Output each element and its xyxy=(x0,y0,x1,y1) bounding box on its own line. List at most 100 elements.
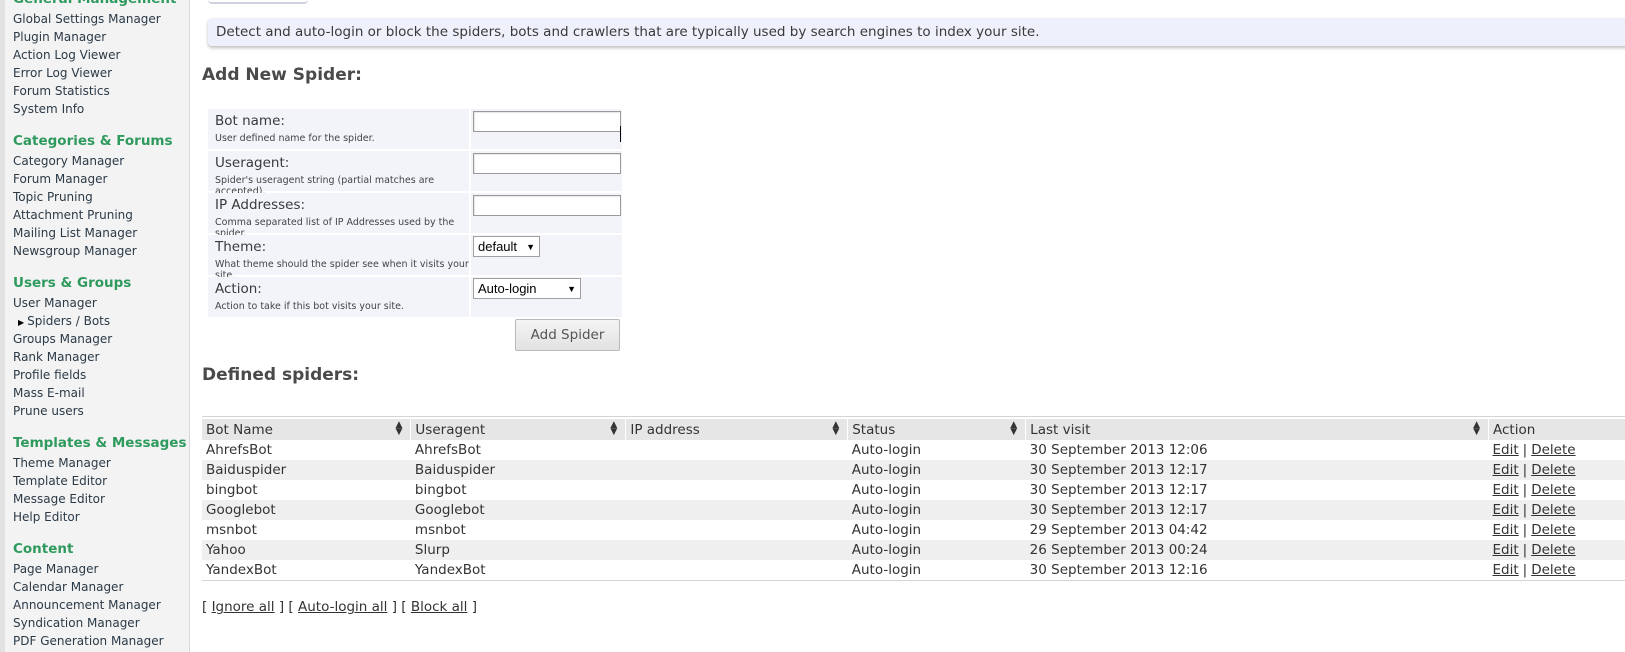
cell-useragent: bingbot xyxy=(414,482,467,498)
delete-link[interactable]: Delete xyxy=(1531,502,1575,518)
sidebar-item-label: Rank Manager xyxy=(13,350,100,364)
cell-name: AhrefsBot xyxy=(206,442,272,458)
sidebar-group: General Management Global Settings Manage… xyxy=(13,0,189,118)
chevron-down-icon: ▼ xyxy=(567,283,576,294)
cell-last-visit: 29 September 2013 04:42 xyxy=(1029,522,1208,538)
cell-last-visit: 26 September 2013 00:24 xyxy=(1025,540,1489,560)
action-hint: Action to take if this bot visits your s… xyxy=(215,301,404,312)
cell-useragent: Googlebot xyxy=(410,500,626,520)
sidebar-group: Templates & Messages Theme Manager Templat… xyxy=(13,420,189,526)
sort-icon: ▲ ▼ xyxy=(1473,420,1480,437)
theme-select[interactable]: default ▼ xyxy=(473,236,540,257)
sidebar-item[interactable]: System Info xyxy=(13,100,189,118)
theme-label: Theme: xyxy=(215,239,267,255)
sidebar-item[interactable]: Mass E-mail xyxy=(13,384,189,402)
sidebar-item[interactable]: Global Settings Manager xyxy=(13,10,189,28)
sidebar-item[interactable]: Newsgroup Manager xyxy=(13,242,189,260)
sidebar-item[interactable]: Prune users xyxy=(13,402,189,420)
sidebar-item[interactable]: Attachment Pruning xyxy=(13,206,189,224)
column-useragent[interactable]: Useragent ▲ ▼ xyxy=(410,417,627,440)
sidebar-groups: General Management Global Settings Manage… xyxy=(5,0,189,652)
edit-link[interactable]: Edit xyxy=(1493,542,1519,558)
action-label: Action: xyxy=(215,281,262,297)
sidebar-item-label: Prune users xyxy=(13,404,84,418)
sidebar-item-label: Profile fields xyxy=(13,368,87,382)
delete-link[interactable]: Delete xyxy=(1531,482,1575,498)
column-last-visit[interactable]: Last visit ▲ ▼ xyxy=(1025,417,1489,440)
sidebar-item[interactable]: Profile fields xyxy=(13,366,189,384)
ignore-all-link[interactable]: Ignore all xyxy=(212,599,275,615)
cell-action: Edit | Delete xyxy=(1489,560,1625,580)
sidebar-item[interactable]: Error Log Viewer xyxy=(13,64,189,82)
sidebar-item[interactable]: Syndication Manager xyxy=(13,614,189,632)
cell-status: Auto-login xyxy=(851,442,922,458)
cell-name: Googlebot xyxy=(202,500,411,520)
sidebar-item[interactable]: Theme Manager xyxy=(13,454,189,472)
sidebar-item-label: Forum Statistics xyxy=(13,84,110,98)
sidebar-item[interactable]: Help Editor xyxy=(13,508,189,526)
delete-link[interactable]: Delete xyxy=(1531,442,1575,458)
sidebar-item[interactable]: Mailing List Manager xyxy=(13,224,189,242)
autologin-all-link[interactable]: Auto-login all xyxy=(298,599,387,615)
edit-link[interactable]: Edit xyxy=(1493,482,1519,498)
cell-useragent: Slurp xyxy=(410,540,626,560)
action-select[interactable]: Auto-login ▼ xyxy=(473,278,581,299)
ip-input[interactable] xyxy=(473,194,621,216)
sidebar-item-label: Groups Manager xyxy=(13,332,113,346)
delete-link[interactable]: Delete xyxy=(1531,522,1575,538)
sidebar-item[interactable]: Forum Statistics xyxy=(13,82,189,100)
sidebar-item[interactable]: PDF Generation Manager xyxy=(13,632,189,650)
sidebar-group-title: Users & Groups xyxy=(13,275,132,291)
cell-last-visit: 30 September 2013 12:06 xyxy=(1029,442,1208,458)
sidebar-item[interactable]: Page Manager xyxy=(13,560,189,578)
cell-ip xyxy=(626,440,848,460)
bot-name-input[interactable] xyxy=(473,110,621,132)
delete-link[interactable]: Delete xyxy=(1531,462,1575,478)
delete-link[interactable]: Delete xyxy=(1531,562,1575,578)
sidebar-item[interactable]: ▶ Spiders / Bots xyxy=(13,312,189,330)
sidebar-item[interactable]: Forum Manager xyxy=(13,170,189,188)
cell-useragent: Baiduspider xyxy=(410,460,626,480)
sidebar-item-label: Forum Manager xyxy=(13,172,108,186)
action-separator: | xyxy=(1522,542,1528,558)
cell-status: Auto-login xyxy=(851,482,922,498)
block-all-link[interactable]: Block all xyxy=(411,599,468,615)
sidebar-item[interactable]: Category Manager xyxy=(13,152,189,170)
sidebar-item[interactable]: Groups Manager xyxy=(13,330,189,348)
sidebar-item[interactable]: Message Editor xyxy=(13,490,189,508)
table-header-row: Bot Name ▲ ▼ Useragent ▲ ▼ IP address ▲ ▼ Stat… xyxy=(202,417,1625,440)
sidebar-item[interactable]: Plugin Manager xyxy=(13,28,189,46)
table-row: msnbot msnbot Auto-login 29 September 2013 … xyxy=(202,520,1625,540)
edit-link[interactable]: Edit xyxy=(1493,522,1519,538)
cell-last-visit: 30 September 2013 12:17 xyxy=(1029,482,1208,498)
form-row-theme: Theme: What theme should the spider see … xyxy=(208,235,622,281)
sidebar-item-label: Topic Pruning xyxy=(13,190,93,204)
edit-link[interactable]: Edit xyxy=(1493,502,1519,518)
cell-action: Edit | Delete xyxy=(1488,460,1625,480)
sidebar-item[interactable]: Announcement Manager xyxy=(13,596,189,614)
sidebar-item[interactable]: Rank Manager xyxy=(13,348,189,366)
add-spider-title: Add New Spider: xyxy=(202,65,362,85)
column-status[interactable]: Status ▲ ▼ xyxy=(847,417,1027,440)
edit-link[interactable]: Edit xyxy=(1493,442,1519,458)
column-ip-address[interactable]: IP address ▲ ▼ xyxy=(625,417,849,440)
sidebar-item-label: User Manager xyxy=(13,296,97,310)
active-arrow-icon: ▶ xyxy=(18,318,25,327)
edit-link[interactable]: Edit xyxy=(1493,562,1519,578)
action-separator: | xyxy=(1522,562,1528,578)
sidebar-item[interactable]: User Manager xyxy=(13,294,189,312)
sidebar-item-label: Plugin Manager xyxy=(13,30,107,44)
sidebar-item[interactable]: Action Log Viewer xyxy=(13,46,189,64)
sidebar-item[interactable]: Template Editor xyxy=(13,472,189,490)
sidebar-item[interactable]: Topic Pruning xyxy=(13,188,189,206)
delete-link[interactable]: Delete xyxy=(1531,542,1575,558)
sidebar-item-label: Theme Manager xyxy=(13,456,111,470)
cell-useragent: msnbot xyxy=(414,522,466,538)
add-spider-button[interactable]: Add Spider xyxy=(515,319,620,351)
column-bot-name[interactable]: Bot Name ▲ ▼ xyxy=(202,417,412,440)
edit-link[interactable]: Edit xyxy=(1493,462,1519,478)
sidebar-item[interactable]: Calendar Manager xyxy=(13,578,189,596)
useragent-input[interactable] xyxy=(473,152,621,174)
ip-label: IP Addresses: xyxy=(215,197,306,213)
sidebar-group: Users & Groups User Manager ▶ Spiders / Bot… xyxy=(13,260,189,420)
